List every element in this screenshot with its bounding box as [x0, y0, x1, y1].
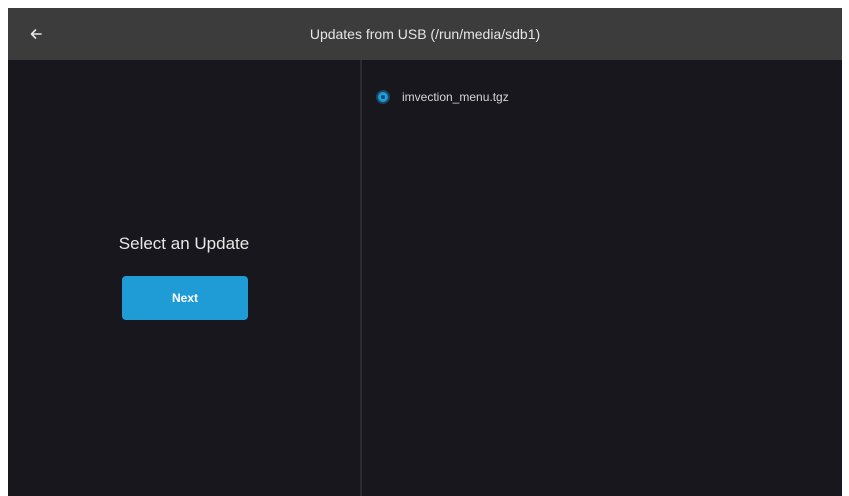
- title-bar: Updates from USB (/run/media/sdb1): [8, 8, 842, 60]
- file-name: imvection_menu.tgz: [402, 90, 509, 104]
- select-update-heading: Select an Update: [118, 234, 250, 253]
- app-screen: Updates from USB (/run/media/sdb1) Selec…: [8, 8, 842, 496]
- next-button[interactable]: Next: [122, 276, 248, 320]
- left-panel: Select an Update Next: [8, 60, 360, 496]
- arrow-left-icon: [30, 29, 42, 39]
- update-file-list: imvection_menu.tgz: [362, 60, 842, 496]
- list-item[interactable]: imvection_menu.tgz: [378, 88, 509, 106]
- page-title: Updates from USB (/run/media/sdb1): [309, 26, 541, 42]
- radio-selected-icon[interactable]: [378, 92, 388, 102]
- back-button[interactable]: [22, 20, 50, 48]
